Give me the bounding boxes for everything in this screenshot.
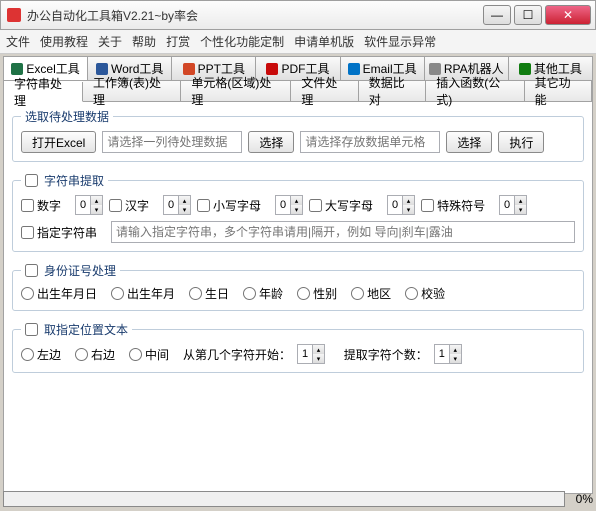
from-label: 从第几个字符开始： xyxy=(183,346,291,363)
subtab-cell[interactable]: 单元格(区域)处理 xyxy=(181,81,291,101)
progress-percent: 0% xyxy=(569,492,593,506)
open-excel-button[interactable]: 打开Excel xyxy=(21,131,96,153)
status-bar: 0% xyxy=(3,491,593,507)
menu-custom[interactable]: 个性化功能定制 xyxy=(200,33,284,50)
rd-mid[interactable] xyxy=(129,348,142,361)
app-icon xyxy=(7,8,21,22)
column-input[interactable] xyxy=(102,131,242,153)
subtab-misc[interactable]: 其它功能 xyxy=(525,81,592,101)
spin-from[interactable]: 1▴▾ xyxy=(297,344,325,364)
cell-input[interactable] xyxy=(300,131,440,153)
rd-right[interactable] xyxy=(75,348,88,361)
spin-special[interactable]: 0▴▾ xyxy=(499,195,527,215)
menu-display[interactable]: 软件显示异常 xyxy=(364,33,436,50)
select-cell-button[interactable]: 选择 xyxy=(446,131,492,153)
enable-idcard-checkbox[interactable] xyxy=(25,264,38,277)
legend-select: 选取待处理数据 xyxy=(21,108,113,125)
count-label: 提取字符个数： xyxy=(344,346,428,363)
menu-help[interactable]: 帮助 xyxy=(132,33,156,50)
menu-about[interactable]: 关于 xyxy=(98,33,122,50)
ck-upper[interactable] xyxy=(309,199,322,212)
enable-extract-checkbox[interactable] xyxy=(25,174,38,187)
maximize-button[interactable]: ☐ xyxy=(514,5,542,25)
close-button[interactable]: ✕ xyxy=(545,5,591,25)
legend-extract: 字符串提取 xyxy=(44,172,104,189)
menu-donate[interactable]: 打赏 xyxy=(166,33,190,50)
subtab-compare[interactable]: 数据比对 xyxy=(359,81,426,101)
spin-lower[interactable]: 0▴▾ xyxy=(275,195,303,215)
rd-ymd[interactable] xyxy=(21,287,34,300)
ppt-icon xyxy=(183,63,195,75)
subtab-file[interactable]: 文件处理 xyxy=(291,81,358,101)
subtab-workbook[interactable]: 工作簿(表)处理 xyxy=(83,81,181,101)
rd-birthday[interactable] xyxy=(189,287,202,300)
ck-chinese[interactable] xyxy=(109,199,122,212)
excel-icon xyxy=(11,63,23,75)
menu-file[interactable]: 文件 xyxy=(6,33,30,50)
menu-tutorial[interactable]: 使用教程 xyxy=(40,33,88,50)
robot-icon xyxy=(429,63,441,75)
menu-apply[interactable]: 申请单机版 xyxy=(294,33,354,50)
sub-tabs: 字符串处理 工作簿(表)处理 单元格(区域)处理 文件处理 数据比对 插入函数(… xyxy=(3,80,593,102)
word-icon xyxy=(96,63,108,75)
spin-count[interactable]: 1▴▾ xyxy=(434,344,462,364)
rd-ym[interactable] xyxy=(111,287,124,300)
spin-chinese[interactable]: 0▴▾ xyxy=(163,195,191,215)
group-select-data: 选取待处理数据 打开Excel 选择 选择 执行 xyxy=(12,108,584,162)
content-panel: 选取待处理数据 打开Excel 选择 选择 执行 字符串提取 数字 0▴▾ 汉字… xyxy=(3,102,593,494)
title-bar: 办公自动化工具箱V2.21~by率会 — ☐ ✕ xyxy=(0,0,596,30)
group-idcard: 身份证号处理 出生年月日 出生年月 生日 年龄 性别 地区 校验 xyxy=(12,262,584,311)
legend-position: 取指定位置文本 xyxy=(44,321,128,338)
ck-custom[interactable] xyxy=(21,226,34,239)
spin-upper[interactable]: 0▴▾ xyxy=(387,195,415,215)
ck-special[interactable] xyxy=(421,199,434,212)
execute-button[interactable]: 执行 xyxy=(498,131,544,153)
rd-age[interactable] xyxy=(243,287,256,300)
tools-icon xyxy=(519,63,531,75)
group-position: 取指定位置文本 左边 右边 中间 从第几个字符开始： 1▴▾ 提取字符个数： 1… xyxy=(12,321,584,373)
subtab-formula[interactable]: 插入函数(公式) xyxy=(426,81,524,101)
custom-string-input[interactable] xyxy=(111,221,575,243)
legend-idcard: 身份证号处理 xyxy=(44,262,116,279)
rd-left[interactable] xyxy=(21,348,34,361)
subtab-string[interactable]: 字符串处理 xyxy=(4,82,83,102)
ck-number[interactable] xyxy=(21,199,34,212)
window-title: 办公自动化工具箱V2.21~by率会 xyxy=(27,7,483,24)
ck-lower[interactable] xyxy=(197,199,210,212)
spin-number[interactable]: 0▴▾ xyxy=(75,195,103,215)
rd-verify[interactable] xyxy=(405,287,418,300)
rd-region[interactable] xyxy=(351,287,364,300)
email-icon xyxy=(348,63,360,75)
group-string-extract: 字符串提取 数字 0▴▾ 汉字 0▴▾ 小写字母 0▴▾ 大写字母 0▴▾ 特殊… xyxy=(12,172,584,252)
minimize-button[interactable]: — xyxy=(483,5,511,25)
rd-gender[interactable] xyxy=(297,287,310,300)
enable-position-checkbox[interactable] xyxy=(25,323,38,336)
progress-bar xyxy=(3,491,565,507)
menu-bar: 文件 使用教程 关于 帮助 打赏 个性化功能定制 申请单机版 软件显示异常 xyxy=(0,30,596,54)
pdf-icon xyxy=(266,63,278,75)
select-column-button[interactable]: 选择 xyxy=(248,131,294,153)
